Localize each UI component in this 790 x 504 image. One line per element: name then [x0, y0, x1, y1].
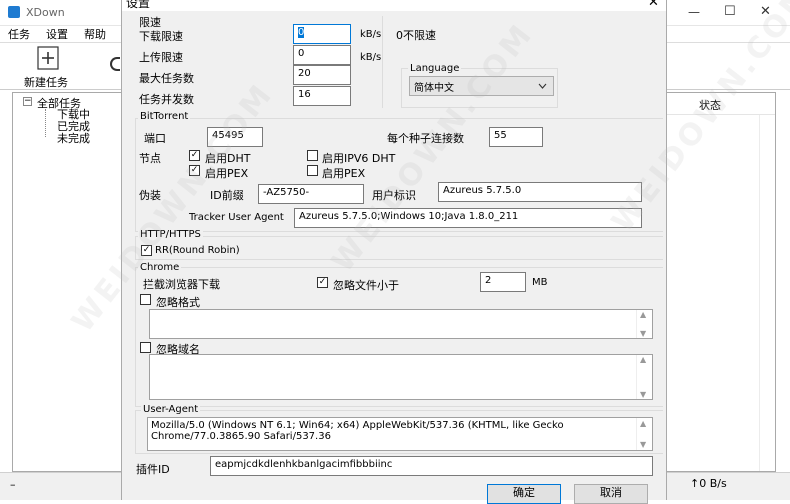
scroll-up-icon[interactable]: ▲ — [640, 355, 646, 364]
ignore-small-check-mark: ✓ — [318, 277, 327, 287]
user-agent-scrollbar[interactable]: ▲ ▼ — [636, 418, 652, 450]
port-label: 端口 — [144, 132, 166, 145]
tree-line — [45, 109, 46, 137]
ignore-domain-scrollbar[interactable]: ▲ ▼ — [636, 355, 652, 399]
pex-2-label: 启用PEX — [322, 167, 366, 180]
rr-label: RR(Round Robin) — [155, 245, 240, 256]
scroll-down-icon[interactable]: ▼ — [640, 390, 646, 399]
scroll-down-icon[interactable]: ▼ — [640, 329, 646, 338]
max-tasks-label: 最大任务数 — [139, 72, 194, 85]
status-left: – — [10, 478, 16, 491]
ignore-domain-checkbox[interactable] — [140, 342, 151, 353]
add-file-icon — [37, 46, 59, 70]
user-agent-group-label: User-Agent — [141, 404, 201, 415]
cancel-button[interactable]: 取消 — [574, 484, 648, 504]
concurrency-label: 任务并发数 — [139, 93, 194, 106]
scroll-down-icon[interactable]: ▼ — [640, 439, 646, 450]
plugin-id-label: 插件ID — [136, 463, 170, 476]
max-tasks-input[interactable]: 20 — [293, 65, 351, 85]
ignore-small-checkbox[interactable]: ✓ — [317, 277, 328, 288]
app-logo-icon — [8, 6, 20, 18]
settings-dialog: 设置 ✕ 限速 下载限速 0 kB/s 上传限速 0 kB/s 最大任务数 20… — [121, 0, 667, 504]
download-limit-input[interactable]: 0 — [293, 24, 351, 44]
language-group-label: Language — [408, 63, 462, 74]
user-agent-textarea[interactable]: Mozilla/5.0 (Windows NT 6.1; Win64; x64)… — [147, 417, 653, 451]
tracker-ua-input[interactable]: Azureus 5.7.5.0;Windows 10;Java 1.8.0_21… — [294, 208, 642, 228]
upload-unit: kB/s — [360, 52, 382, 63]
ignore-small-unit: MB — [532, 277, 548, 288]
user-agent-line-1: Mozilla/5.0 (Windows NT 6.1; Win64; x64)… — [151, 420, 564, 431]
list-scrollbar[interactable] — [759, 115, 774, 471]
ignore-format-label: 忽略格式 — [156, 296, 200, 309]
scroll-up-icon[interactable]: ▲ — [640, 310, 646, 319]
minimize-button[interactable]: — — [688, 5, 700, 19]
tree-item-incomplete[interactable]: 未完成 — [57, 130, 90, 146]
download-unit: kB/s — [360, 29, 382, 40]
ipv6-dht-checkbox[interactable] — [307, 150, 318, 161]
menu-item-task[interactable]: 任务 — [8, 26, 30, 42]
user-agent-line-2: Chrome/77.0.3865.90 Safari/537.36 — [151, 431, 331, 442]
app-title: XDown — [26, 6, 65, 19]
upload-limit-input[interactable]: 0 — [293, 45, 351, 65]
ipv6-dht-label: 启用IPV6 DHT — [322, 152, 396, 165]
no-limit-note: 0不限速 — [396, 29, 436, 42]
maximize-button[interactable]: ☐ — [724, 4, 736, 19]
ignore-format-checkbox[interactable] — [140, 294, 151, 305]
ignore-format-scrollbar[interactable]: ▲ ▼ — [636, 310, 652, 338]
plugin-id-input[interactable]: eapmjcdkdlenhkbanlgacimfibbbiinc — [210, 456, 653, 476]
dialog-title-bar: 设置 ✕ — [122, 0, 666, 11]
upload-speed: ↑0 B/s — [690, 477, 727, 490]
intercept-browser-label: 拦截浏览器下载 — [143, 278, 220, 291]
ok-button[interactable]: 确定 — [487, 484, 561, 504]
ignore-small-input[interactable]: 2 — [480, 272, 526, 292]
upload-limit-label: 上传限速 — [139, 51, 183, 64]
connections-input[interactable]: 55 — [489, 127, 543, 147]
ignore-domain-textarea[interactable]: ▲ ▼ — [149, 354, 653, 400]
concurrency-input[interactable]: 16 — [293, 86, 351, 106]
id-prefix-input[interactable]: -AZ5750- — [258, 184, 364, 204]
download-limit-value: 0 — [298, 27, 305, 38]
tracker-ua-label: Tracker User Agent — [189, 212, 284, 223]
download-limit-label: 下载限速 — [139, 30, 183, 43]
scroll-up-icon[interactable]: ▲ — [640, 418, 646, 429]
nodes-label: 节点 — [139, 152, 161, 165]
dialog-title: 设置 — [126, 0, 151, 10]
new-task-button[interactable]: 新建任务 — [20, 45, 76, 89]
menu-item-help[interactable]: 帮助 — [84, 26, 106, 42]
ignore-format-textarea[interactable]: ▲ ▼ — [149, 309, 653, 339]
toolbar-partial-icon[interactable] — [110, 57, 120, 71]
user-id-input[interactable]: Azureus 5.7.5.0 — [438, 182, 642, 202]
dialog-close-button[interactable]: ✕ — [648, 0, 659, 10]
tree-expander-icon[interactable]: − — [23, 97, 32, 106]
menu-item-settings[interactable]: 设置 — [46, 26, 68, 42]
id-prefix-label: ID前缀 — [210, 189, 244, 202]
resize-grip[interactable] — [775, 487, 785, 497]
pex-2-checkbox[interactable] — [307, 165, 318, 176]
ignore-small-label: 忽略文件小于 — [333, 279, 399, 292]
chevron-down-icon — [538, 83, 547, 89]
new-task-label: 新建任务 — [24, 76, 68, 89]
language-selected: 简体中文 — [414, 83, 454, 94]
bittorrent-group-label: BitTorrent — [138, 111, 191, 122]
